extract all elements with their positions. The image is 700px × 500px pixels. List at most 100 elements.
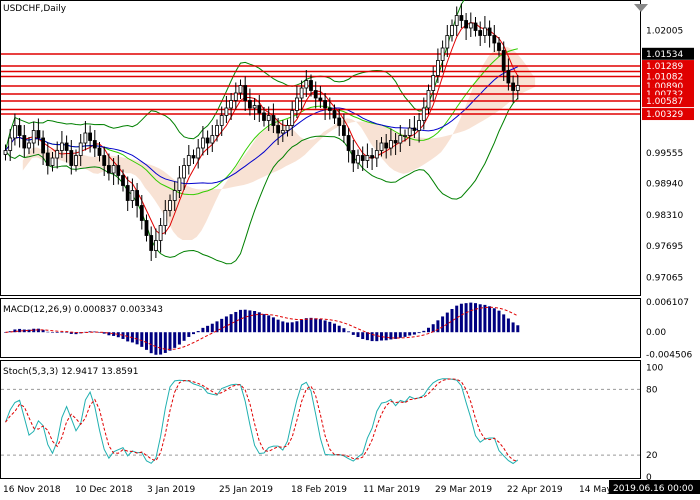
candle-body [3,150,8,155]
candle-body [64,142,69,151]
price-tick-label: 1.00587 [646,97,683,107]
candle-body [45,152,50,166]
candle-body [186,155,191,166]
candle-body [417,120,422,131]
candle-body [440,47,445,61]
candle-body [285,125,290,131]
candle-body [22,135,27,149]
macd-bar [469,302,473,333]
candle-body [323,100,328,109]
price-tick-label: 0.98940 [646,180,683,190]
macd-bar [318,319,322,333]
candle-body [332,110,337,119]
price-tick-label: 0.99555 [646,149,683,159]
macd-bar [239,309,242,333]
macd-bar [121,332,125,339]
candle-body [252,105,257,109]
macd-bar [347,331,351,333]
candle-body [478,30,483,36]
candle-body [487,27,492,36]
candle-body [407,127,412,136]
macd-bar [286,322,289,333]
candle-body [111,165,116,174]
candle-body [55,150,60,159]
candle-body [313,90,318,99]
date-tick-label: 11 Mar 2019 [363,485,420,495]
macd-bar [140,332,144,347]
date-tick-label: 18 Feb 2019 [291,485,347,495]
candle-body [69,150,74,166]
macd-bar [163,332,167,353]
candle-body [92,140,97,149]
candle-body [257,105,262,114]
price-tick-label: 1.02005 [646,26,683,36]
date-badge-text: 2019.06.16 00:00 [613,484,694,494]
candle-body [74,155,78,166]
candle-body [299,87,304,99]
macd-bar [220,318,224,333]
macd-tick-label: -0.004506 [646,351,692,361]
price-tick-label: 1.00329 [646,110,683,120]
macd-bar [375,332,379,342]
stoch-label: Stoch(5,3,3) 12.9417 13.8591 [3,367,138,377]
macd-bar [403,332,407,337]
macd-bar [427,327,430,333]
candle-body [102,155,107,166]
macd-bar [210,323,214,333]
candle-body [191,155,196,159]
candle-body [431,75,436,91]
macd-bar [384,332,388,341]
candle-body [60,142,64,151]
candle-body [351,150,356,164]
candle-body [219,115,224,126]
macd-bar [154,332,158,355]
candle-body [294,97,299,111]
candle-body [266,115,271,121]
candle-body [215,125,219,136]
macd-bar [36,328,40,333]
macd-bar [145,332,148,350]
candle-body [121,175,125,186]
macd-bar [422,330,426,333]
candle-body [149,235,154,251]
macd-bar [483,304,487,333]
candle-body [388,140,393,149]
date-tick-label: 22 Apr 2019 [507,485,563,495]
macd-bar [342,328,346,333]
candle-body [501,50,506,71]
macd-bar [412,332,416,335]
price-tick-label: 0.97065 [646,273,683,283]
macd-bar [497,310,501,333]
macd-bar [398,332,402,338]
macd-bar [431,324,435,333]
candle-body [445,35,450,49]
date-tick-label: 16 Nov 2018 [3,485,61,495]
price-tick-label: 0.98310 [646,211,683,221]
macd-bar [511,322,515,333]
macd-bar [201,327,205,333]
macd-bar [492,308,496,333]
candle-body [144,220,149,236]
candle-body [97,147,102,156]
candle-body [309,80,313,91]
candle-body [135,190,140,206]
candle-body [515,85,520,91]
candle-body [398,135,403,144]
macd-bar [290,322,294,333]
candle-body [78,142,83,156]
candle-body [511,82,516,91]
macd-bar [328,321,332,333]
candle-body [116,165,121,176]
candle-body [168,200,172,211]
candle-body [374,150,379,159]
candle-body [360,155,365,161]
candle-body [280,130,285,134]
macd-bar [46,331,50,333]
candle-body [426,90,431,109]
candle-body [177,177,182,191]
candle-body [182,165,187,179]
candle-body [304,80,309,89]
macd-bar [248,310,252,333]
price-chart[interactable]: 0.0061070.00-0.004506 10080200 1.020051.… [0,0,700,500]
macd-bar [281,321,285,333]
